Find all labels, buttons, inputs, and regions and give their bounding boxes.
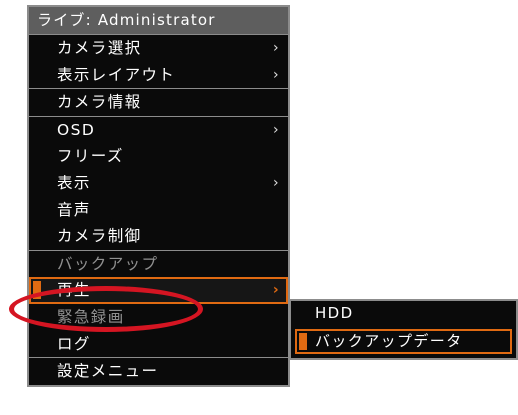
selection-bar-icon <box>299 333 307 350</box>
chevron-right-icon: › <box>272 282 280 299</box>
chevron-right-icon: › <box>273 40 280 56</box>
menu-title: ライブ: Administrator <box>29 7 288 35</box>
chevron-right-icon: › <box>273 66 280 83</box>
menu-item-camera-info[interactable]: カメラ情報 <box>29 88 288 116</box>
menu-item-log[interactable]: ログ <box>29 331 288 358</box>
menu-item-label: OSD <box>57 120 96 139</box>
menu-item-label: 表示 <box>57 173 91 192</box>
menu-item-label: 音声 <box>57 200 91 219</box>
menu-item-label: 再生 <box>57 281 91 300</box>
menu-item-emergency-record[interactable]: 緊急録画 <box>29 304 288 331</box>
submenu-item-hdd[interactable]: HDD <box>291 301 516 326</box>
menu-item-camera-select[interactable]: カメラ選択 › <box>29 35 288 62</box>
menu-item-label: カメラ情報 <box>57 93 142 112</box>
menu-item-label: ログ <box>57 334 91 353</box>
menu-item-label: カメラ制御 <box>57 227 142 246</box>
menu-item-camera-control[interactable]: カメラ制御 <box>29 223 288 250</box>
menu-item-playback[interactable]: 再生 › <box>29 277 288 304</box>
chevron-right-icon: › <box>273 121 280 138</box>
submenu-item-label: バックアップデータ <box>315 332 463 350</box>
menu-item-label: 設定メニュー <box>57 362 159 381</box>
menu-item-settings-menu[interactable]: 設定メニュー <box>29 357 288 385</box>
menu-item-label: フリーズ <box>57 147 124 166</box>
submenu-item-label: HDD <box>315 304 354 322</box>
submenu-item-backup-data[interactable]: バックアップデータ <box>295 329 512 354</box>
menu-item-freeze[interactable]: フリーズ <box>29 143 288 170</box>
live-context-menu: ライブ: Administrator カメラ選択 › 表示レイアウト › カメラ… <box>27 5 290 387</box>
playback-submenu: HDD バックアップデータ <box>289 299 518 360</box>
menu-item-display-layout[interactable]: 表示レイアウト › <box>29 62 288 89</box>
menu-item-backup[interactable]: バックアップ <box>29 249 288 278</box>
menu-item-display[interactable]: 表示 › <box>29 170 288 197</box>
menu-item-label: 表示レイアウト <box>57 65 176 84</box>
menu-item-audio[interactable]: 音声 <box>29 197 288 224</box>
menu-item-label: カメラ選択 <box>57 39 142 57</box>
menu-item-label: 緊急録画 <box>57 307 125 326</box>
menu-item-osd[interactable]: OSD › <box>29 115 288 144</box>
menu-item-label: バックアップ <box>57 254 159 273</box>
selection-bar-icon <box>33 281 41 300</box>
chevron-right-icon: › <box>273 174 280 191</box>
